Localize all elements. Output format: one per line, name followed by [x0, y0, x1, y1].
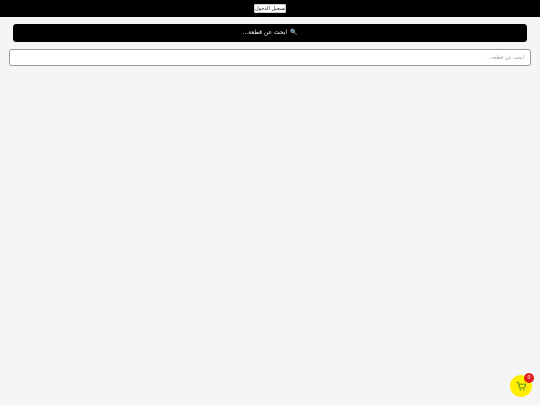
- search-banner-label: ابحث عن قطعة...: [242, 29, 288, 36]
- magnifier-icon: 🔍: [290, 29, 298, 36]
- search-input[interactable]: [9, 49, 531, 66]
- login-button[interactable]: تسجيل الدخول: [254, 4, 286, 13]
- cart-icon: [515, 381, 526, 391]
- cart-count-badge: 0: [524, 373, 534, 383]
- top-bar: تسجيل الدخول: [0, 0, 540, 17]
- search-banner-button[interactable]: 🔍ابحث عن قطعة...: [13, 24, 527, 42]
